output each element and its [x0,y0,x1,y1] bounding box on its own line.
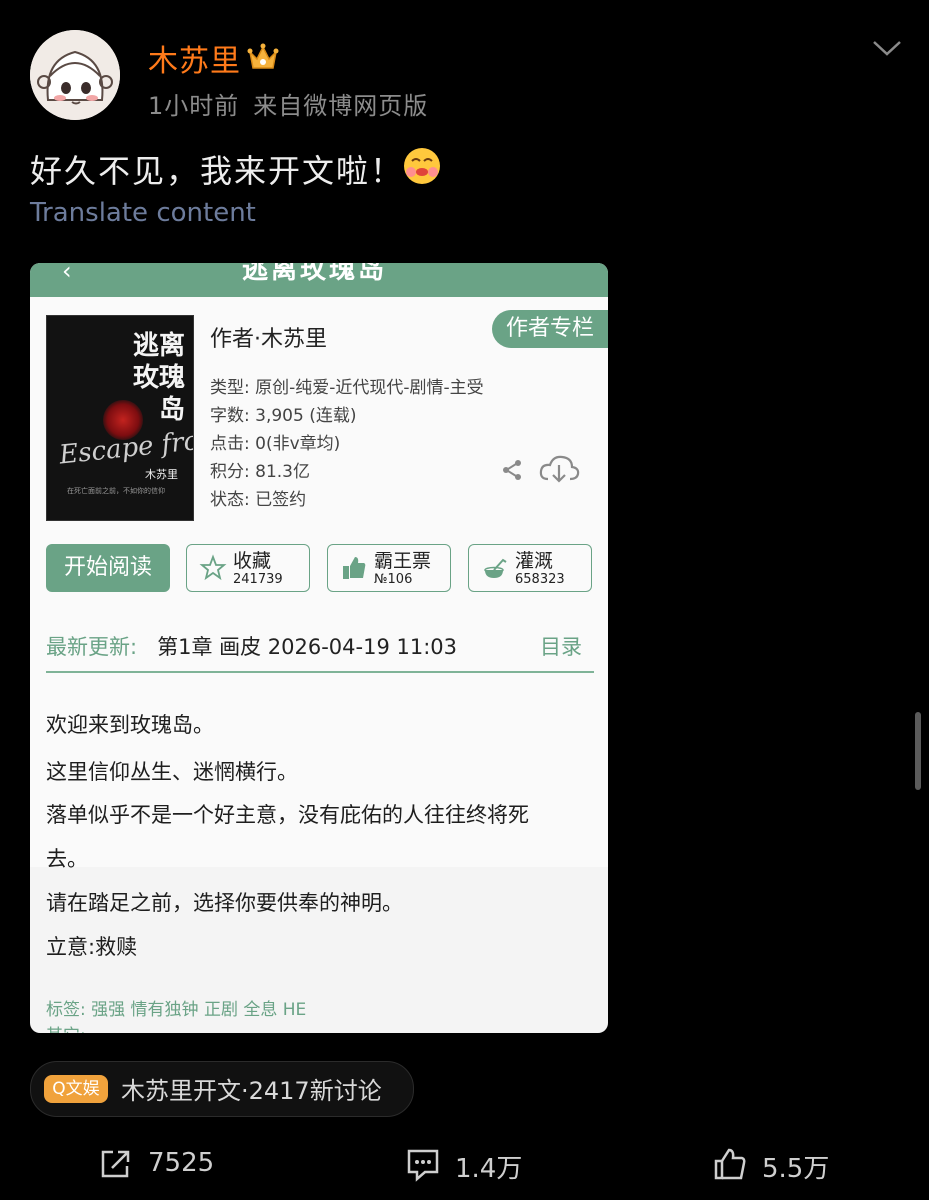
vote-button[interactable]: 霸王票 №106 [327,544,451,592]
share-icon[interactable] [500,458,524,482]
topic-text: 木苏里开文·2417新讨论 [121,1077,382,1105]
like-count: 5.5万 [762,1154,830,1184]
comment-button[interactable]: 1.4万 [405,1144,555,1184]
synopsis-line: 落单似乎不是一个好主意，没有庇佑的人往往终将死 [46,803,529,827]
detail-wordcount: 字数: 3,905 (连载) [210,406,357,426]
latest-update-label: 最新更新: [46,635,138,659]
detail-status: 状态: 已签约 [210,490,307,510]
comment-icon [407,1149,439,1182]
collect-label: 收藏 [233,550,272,572]
attached-image[interactable]: ‹ 逃离玫瑰岛 逃离玫瑰岛 Escape from 木苏里 在死亡面前之前，不如… [30,263,608,1033]
synopsis-line: 欢迎来到玫瑰岛。 [46,713,214,737]
back-arrow-icon: ‹ [62,263,72,285]
like-button[interactable]: 5.5万 [712,1144,862,1184]
repost-button[interactable]: 7525 [98,1144,248,1184]
topic-badge: Q文娱 [44,1075,108,1103]
card-header-title: 逃离玫瑰岛 [242,263,388,285]
repost-count: 7525 [148,1148,215,1178]
collect-count: 241739 [233,572,283,587]
vote-count: №106 [374,572,413,587]
author-line: 作者·木苏里 [210,327,327,352]
tags-line: 标签: 强强 情有独钟 正剧 全息 HE [46,1000,307,1020]
translate-link[interactable]: Translate content [30,198,256,228]
avatar[interactable] [30,30,120,120]
detail-clicks: 点击: 0(非v章均) [210,434,341,454]
synopsis-line: 去。 [46,847,88,871]
cloud-download-icon[interactable] [538,453,580,485]
catalog-link[interactable]: 目录 [540,631,582,661]
post-meta: 1小时前 来自微博网页版 [148,86,428,121]
author-column-button[interactable]: 作者专栏 [492,310,608,348]
irrigate-count: 658323 [515,572,565,587]
synopsis-line: 这里信仰丛生、迷惘横行。 [46,760,298,784]
crown-icon [246,40,280,74]
latest-update-value[interactable]: 第1章 画皮 2026-04-19 11:03 [157,635,457,659]
detail-score: 积分: 81.3亿 [210,462,310,482]
detail-type: 类型: 原创-纯爱-近代现代-剧情-主受 [210,378,484,398]
chevron-down-icon[interactable] [870,36,904,60]
cover-author: 木苏里 [145,468,178,481]
repost-icon [101,1150,130,1178]
comment-count: 1.4万 [455,1154,523,1184]
topic-chip[interactable]: Q文娱 木苏里开文·2417新讨论 [30,1061,414,1117]
avatar-illustration [30,30,120,120]
other-line: 其它: [46,1021,86,1033]
book-cover: 逃离玫瑰岛 Escape from 木苏里 在死亡面前之前，不如你的信仰 [46,315,194,521]
hug-emoji-icon [402,146,442,186]
collect-button[interactable]: 收藏 241739 [186,544,310,592]
watering-bottle-icon [484,558,507,578]
card-header: ‹ 逃离玫瑰岛 [30,263,608,297]
synopsis-line: 立意:救赎 [46,935,138,959]
cover-tagline: 在死亡面前之前，不如你的信仰 [67,487,165,495]
latest-update: 最新更新: 第1章 画皮 2026-04-19 11:03 [46,631,457,661]
vote-label: 霸王票 [374,550,432,572]
thumbs-up-icon [343,557,366,579]
start-reading-button[interactable]: 开始阅读 [46,544,170,592]
synopsis-line: 请在踏足之前，选择你要供奉的神明。 [46,891,403,915]
scrollbar[interactable] [915,712,921,790]
post-time: 1小时前 [148,92,240,120]
irrigate-button[interactable]: 灌溉 658323 [468,544,592,592]
like-icon [714,1148,746,1180]
star-icon [199,554,227,581]
username[interactable]: 木苏里 [148,36,241,80]
post-source: 来自微博网页版 [253,92,429,120]
irrigate-label: 灌溉 [515,550,554,572]
post-text: 好久不见，我来开文啦！ [30,152,405,190]
divider [46,671,594,673]
